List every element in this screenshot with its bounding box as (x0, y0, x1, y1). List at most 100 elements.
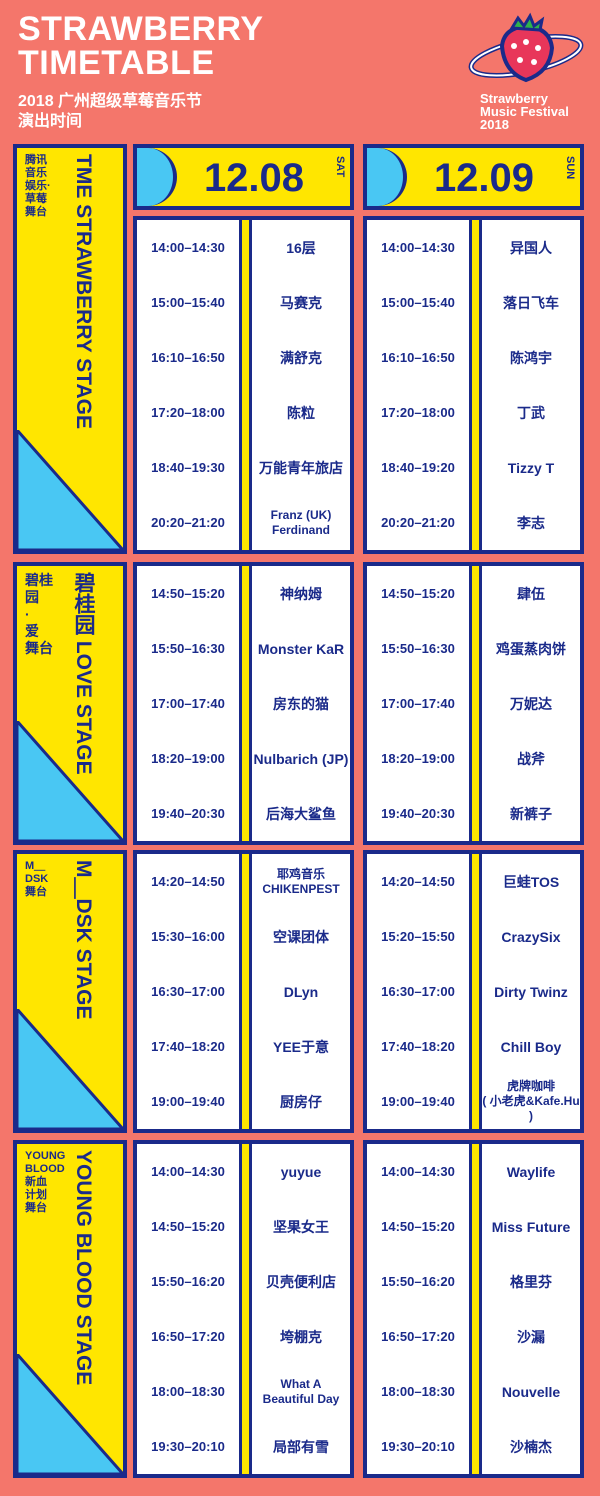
time-slot: 15:50–16:30 (381, 641, 455, 656)
artist-name: What A Beautiful Day (262, 1376, 340, 1406)
artist-name: 万能青年旅店 (259, 459, 343, 476)
schedule-row: 16:10–16:50 满舒克 (137, 330, 350, 385)
schedule-row: 18:20–19:00 Nulbarich (JP) (137, 731, 350, 786)
artist-name: 耶鸡音乐 CHIKENPEST (262, 866, 340, 896)
schedule-row: 15:00–15:40 马赛克 (137, 275, 350, 330)
artist-name: Franz (UK) Ferdinand (270, 507, 332, 537)
time-slot: 15:00–15:40 (151, 295, 225, 310)
time-slot: 17:20–18:00 (381, 405, 455, 420)
schedule-block: 14:50–15:20 肆伍 15:50–16:30 鸡蛋蒸肉饼 17:00–17:40… (363, 562, 584, 845)
artist-name: Tizzy T (507, 459, 555, 476)
artist-name: 陈鸿宇 (510, 349, 552, 366)
time-slot: 15:50–16:20 (381, 1274, 455, 1289)
schedule-row: 19:00–19:40 厨房仔 (137, 1074, 350, 1129)
artist-name: 落日飞车 (503, 294, 559, 311)
time-slot: 16:10–16:50 (381, 350, 455, 365)
artist-name: 空课团体 (273, 928, 329, 945)
artist-name: 后海大鲨鱼 (266, 805, 336, 822)
artist-name: Waylife (506, 1163, 556, 1180)
time-slot: 19:40–20:30 (151, 806, 225, 821)
date-label: 12.09 (433, 156, 535, 200)
time-slot: 15:50–16:30 (151, 641, 225, 656)
schedule-row: 19:30–20:10 局部有雪 (137, 1419, 350, 1474)
artist-name: Miss Future (491, 1218, 571, 1235)
time-slot: 16:50–17:20 (381, 1329, 455, 1344)
stage-name-cn: 腾讯 音乐 娱乐· 草莓 舞台 (25, 154, 51, 218)
artist-name: 满舒克 (280, 349, 322, 366)
time-slot: 17:00–17:40 (151, 696, 225, 711)
time-slot: 14:50–15:20 (381, 586, 455, 601)
schedule-row: 15:30–16:00 空课团体 (137, 909, 350, 964)
time-slot: 19:30–20:10 (381, 1439, 455, 1454)
artist-name: 鸡蛋蒸肉饼 (496, 640, 566, 657)
artist-name: Monster KaR (257, 640, 345, 657)
schedule-row: 15:50–16:20 贝壳便利店 (137, 1254, 350, 1309)
schedule-row: 16:50–17:20 沙漏 (367, 1309, 580, 1364)
day-of-week: SUN (564, 156, 576, 180)
schedule-block: 14:20–14:50 耶鸡音乐 CHIKENPEST 15:30–16:00 空课团… (133, 850, 354, 1133)
artist-name: 局部有雪 (273, 1438, 329, 1455)
schedule-row: 15:50–16:20 格里芬 (367, 1254, 580, 1309)
time-slot: 15:50–16:20 (151, 1274, 225, 1289)
time-slot: 15:20–15:50 (381, 929, 455, 944)
schedule-row: 14:20–14:50 耶鸡音乐 CHIKENPEST (137, 854, 350, 909)
artist-name: yuyue (280, 1163, 322, 1180)
artist-name: Nulbarich (JP) (253, 750, 349, 767)
artist-name: YEE于意 (272, 1038, 329, 1055)
artist-name: Nouvelle (501, 1383, 561, 1400)
stage-name-en: YOUNG BLOOD STAGE (72, 1150, 95, 1386)
page-title: STRAWBERRY TIMETABLE (18, 10, 264, 82)
schedule-row: 14:50–15:20 Miss Future (367, 1199, 580, 1254)
schedule-block: 14:00–14:30 Waylife 14:50–15:20 Miss Future… (363, 1140, 584, 1478)
time-slot: 16:30–17:00 (381, 984, 455, 999)
timetable-poster: STRAWBERRY TIMETABLE 2018 广州超级草莓音乐节 演出时间… (0, 0, 600, 1496)
schedule-row: 20:20–21:20 李志 (367, 495, 580, 550)
artist-name: 沙楠杰 (510, 1438, 552, 1455)
time-slot: 20:20–21:20 (381, 515, 455, 530)
time-slot: 14:00–14:30 (151, 1164, 225, 1179)
time-slot: 14:20–14:50 (381, 874, 455, 889)
artist-name: CrazySix (501, 928, 561, 945)
logo-text: Strawberry Music Festival 2018 (480, 91, 569, 132)
schedule-row: 14:00–14:30 Waylife (367, 1144, 580, 1199)
schedule-block: 14:00–14:30 16层 15:00–15:40 马赛克 16:10–16:50 满… (133, 216, 354, 554)
date-header: 12.09 SUN (363, 144, 584, 210)
artist-name: 新裤子 (510, 805, 552, 822)
time-slot: 14:50–15:20 (381, 1219, 455, 1234)
artist-name: 神纳姆 (280, 585, 322, 602)
artist-name: 坚果女王 (273, 1218, 329, 1235)
schedule-row: 15:00–15:40 落日飞车 (367, 275, 580, 330)
time-slot: 20:20–21:20 (151, 515, 225, 530)
schedule-row: 18:40–19:20 Tizzy T (367, 440, 580, 495)
time-slot: 14:00–14:30 (151, 240, 225, 255)
schedule-block: 14:50–15:20 神纳姆 15:50–16:30 Monster KaR 17:0… (133, 562, 354, 845)
time-slot: 14:50–15:20 (151, 586, 225, 601)
artist-name: 厨房仔 (280, 1093, 322, 1110)
time-slot: 17:40–18:20 (151, 1039, 225, 1054)
time-slot: 19:00–19:40 (151, 1094, 225, 1109)
schedule-row: 17:20–18:00 丁武 (367, 385, 580, 440)
date-header: 12.08 SAT (133, 144, 354, 210)
stage-label: 腾讯 音乐 娱乐· 草莓 舞台 TME STRAWBERRY STAGE (13, 144, 127, 554)
schedule-row: 17:00–17:40 万妮达 (367, 676, 580, 731)
schedule-row: 17:40–18:20 YEE于意 (137, 1019, 350, 1074)
artist-name: Chill Boy (500, 1038, 562, 1055)
stage-name-cn: 碧桂园 · 爱 舞台 (25, 572, 53, 656)
time-slot: 15:30–16:00 (151, 929, 225, 944)
time-slot: 18:00–18:30 (381, 1384, 455, 1399)
schedule-row: 19:40–20:30 后海大鲨鱼 (137, 786, 350, 841)
artist-name: 肆伍 (517, 585, 545, 602)
date-label: 12.08 (203, 156, 305, 200)
stage-triangle-decoration (17, 430, 123, 550)
artist-name: 垮棚克 (280, 1328, 322, 1345)
schedule-row: 14:50–15:20 肆伍 (367, 566, 580, 621)
stage-triangle-decoration (17, 1009, 123, 1129)
schedule-row: 16:30–17:00 DLyn (137, 964, 350, 1019)
artist-name: 马赛克 (280, 294, 322, 311)
artist-name: 李志 (517, 514, 545, 531)
artist-name: 陈粒 (287, 404, 315, 421)
schedule-row: 17:20–18:00 陈粒 (137, 385, 350, 440)
stage-label: YOUNG BLOOD 新血 计划 舞台 YOUNG BLOOD STAGE (13, 1140, 127, 1478)
artist-name: 沙漏 (517, 1328, 545, 1345)
date-tab-decoration (367, 148, 407, 206)
